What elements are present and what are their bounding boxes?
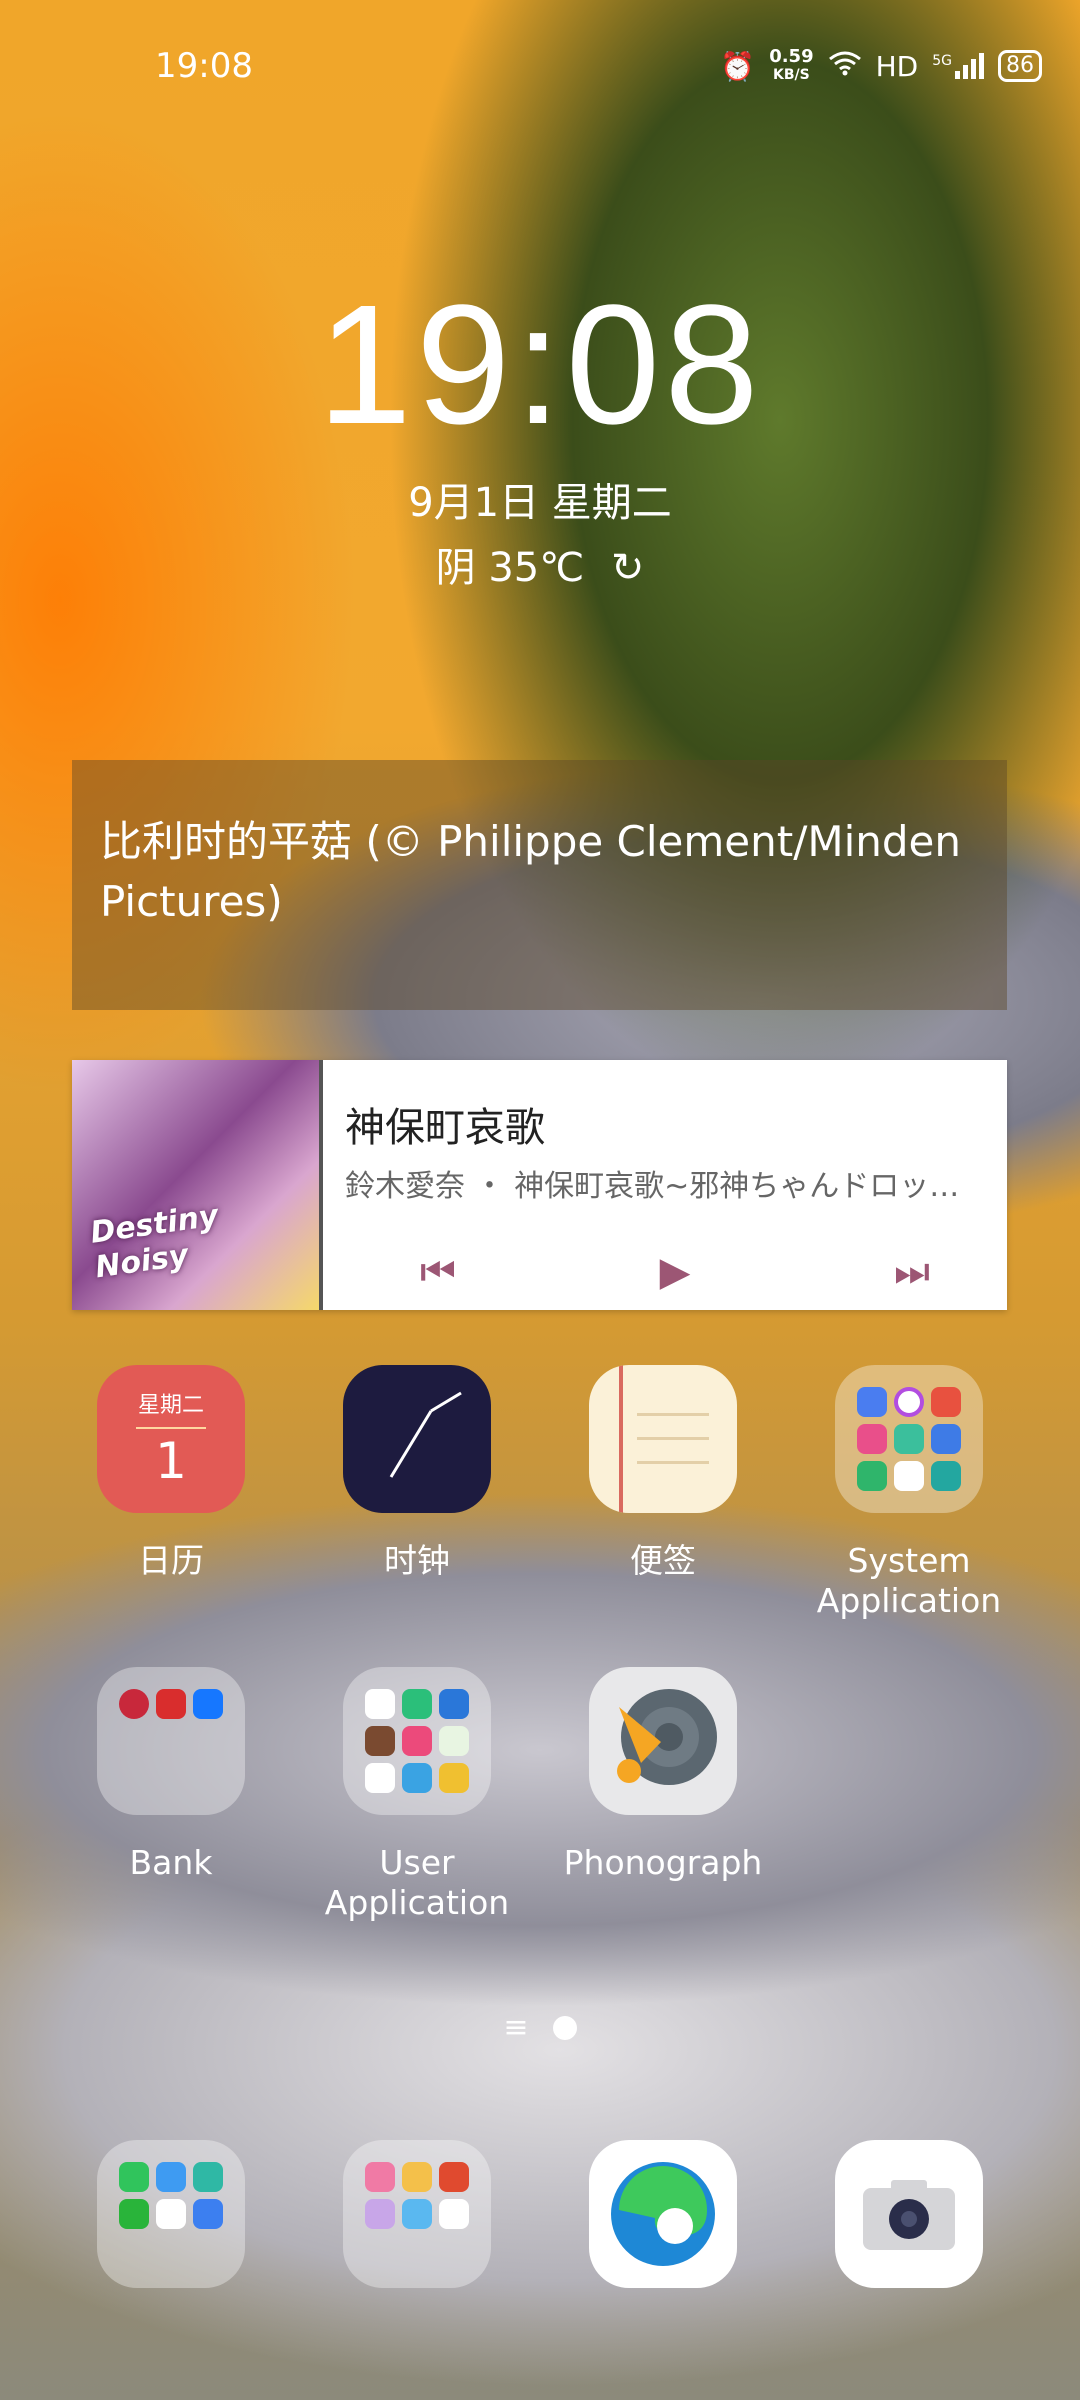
app-clock[interactable]: 时钟 <box>302 1365 532 1581</box>
net-speed: 0.59 KB/S <box>769 46 814 84</box>
signal-icon: 5G <box>932 53 984 79</box>
music-info: 神保町哀歌 鈴木愛奈 ・ 神保町哀歌~邪神ちゃんドロップ… ⏮ ▶ ⏭ <box>323 1060 1007 1310</box>
camera-icon <box>835 2140 983 2288</box>
wallpaper-caption-card[interactable]: 比利时的平菇 (© Philippe Clement/Minden Pictur… <box>72 760 1007 1010</box>
app-phonograph[interactable]: Phonograph <box>548 1667 778 1883</box>
folder-icon <box>343 2140 491 2288</box>
folder-icon <box>343 1667 491 1815</box>
next-track-button[interactable]: ⏭ <box>894 1249 930 1295</box>
status-time: 19:08 <box>155 46 253 86</box>
app-label: 便签 <box>630 1541 696 1580</box>
page-dot[interactable] <box>552 2015 577 2040</box>
song-title: 神保町哀歌 <box>345 1105 545 1151</box>
album-art[interactable]: Destiny Noisy <box>72 1060 323 1310</box>
dock-edge[interactable] <box>548 2140 778 2288</box>
wallpaper-caption: 比利时的平菇 (© Philippe Clement/Minden Pictur… <box>100 817 962 926</box>
app-calendar[interactable]: 星期二 1 日历 <box>56 1365 286 1581</box>
weather-text: 阴 35℃ <box>435 545 585 591</box>
battery-icon: 86 <box>998 50 1042 82</box>
page-indicator[interactable]: ≡ <box>0 2010 1080 2045</box>
dock-camera[interactable] <box>794 2140 1024 2288</box>
folder-bank[interactable]: Bank <box>56 1667 286 1883</box>
date-text[interactable]: 9月1日 星期二 <box>0 470 1080 528</box>
previous-track-button[interactable]: ⏮ <box>420 1249 456 1295</box>
play-button[interactable]: ▶ <box>660 1249 691 1295</box>
app-drawer-icon[interactable]: ≡ <box>503 2010 528 2045</box>
app-label: 日历 <box>138 1541 204 1580</box>
folder-system-application[interactable]: System Application <box>794 1365 1024 1621</box>
app-label: System Application <box>816 1541 1002 1620</box>
dock-folder-entertainment[interactable] <box>302 2140 532 2288</box>
wifi-icon <box>828 50 862 83</box>
alarm-icon: ⏰ <box>720 49 756 83</box>
app-label: Phonograph <box>563 1843 763 1882</box>
folder-icon <box>835 1365 983 1513</box>
refresh-icon[interactable]: ↻ <box>611 545 645 591</box>
folder-user-application[interactable]: User Application <box>302 1667 532 1923</box>
music-widget[interactable]: Destiny Noisy 神保町哀歌 鈴木愛奈 ・ 神保町哀歌~邪神ちゃんドロ… <box>72 1060 1007 1310</box>
status-icons: ⏰ 0.59 KB/S HD 5G 86 <box>720 48 1042 84</box>
big-clock[interactable]: 19:08 <box>0 270 1080 460</box>
hd-label: HD <box>875 49 919 83</box>
notes-icon <box>589 1365 737 1513</box>
folder-icon <box>97 1667 245 1815</box>
app-label: Bank <box>129 1843 213 1882</box>
clock-icon <box>343 1365 491 1513</box>
app-label: 时钟 <box>384 1541 450 1580</box>
phonograph-icon <box>589 1667 737 1815</box>
app-notes[interactable]: 便签 <box>548 1365 778 1581</box>
calendar-icon: 星期二 1 <box>97 1365 245 1513</box>
dock-folder-communication[interactable] <box>56 2140 286 2288</box>
folder-icon <box>97 2140 245 2288</box>
artist-album: 鈴木愛奈 ・ 神保町哀歌~邪神ちゃんドロップ… <box>345 1169 985 1204</box>
weather-widget[interactable]: 阴 35℃ ↻ <box>0 535 1080 593</box>
app-label: User Application <box>324 1843 510 1922</box>
album-title-art: Destiny Noisy <box>88 1198 221 1286</box>
edge-browser-icon <box>589 2140 737 2288</box>
music-controls: ⏮ ▶ ⏭ <box>345 1249 985 1295</box>
status-bar: 19:08 ⏰ 0.59 KB/S HD 5G 86 <box>0 0 1080 140</box>
